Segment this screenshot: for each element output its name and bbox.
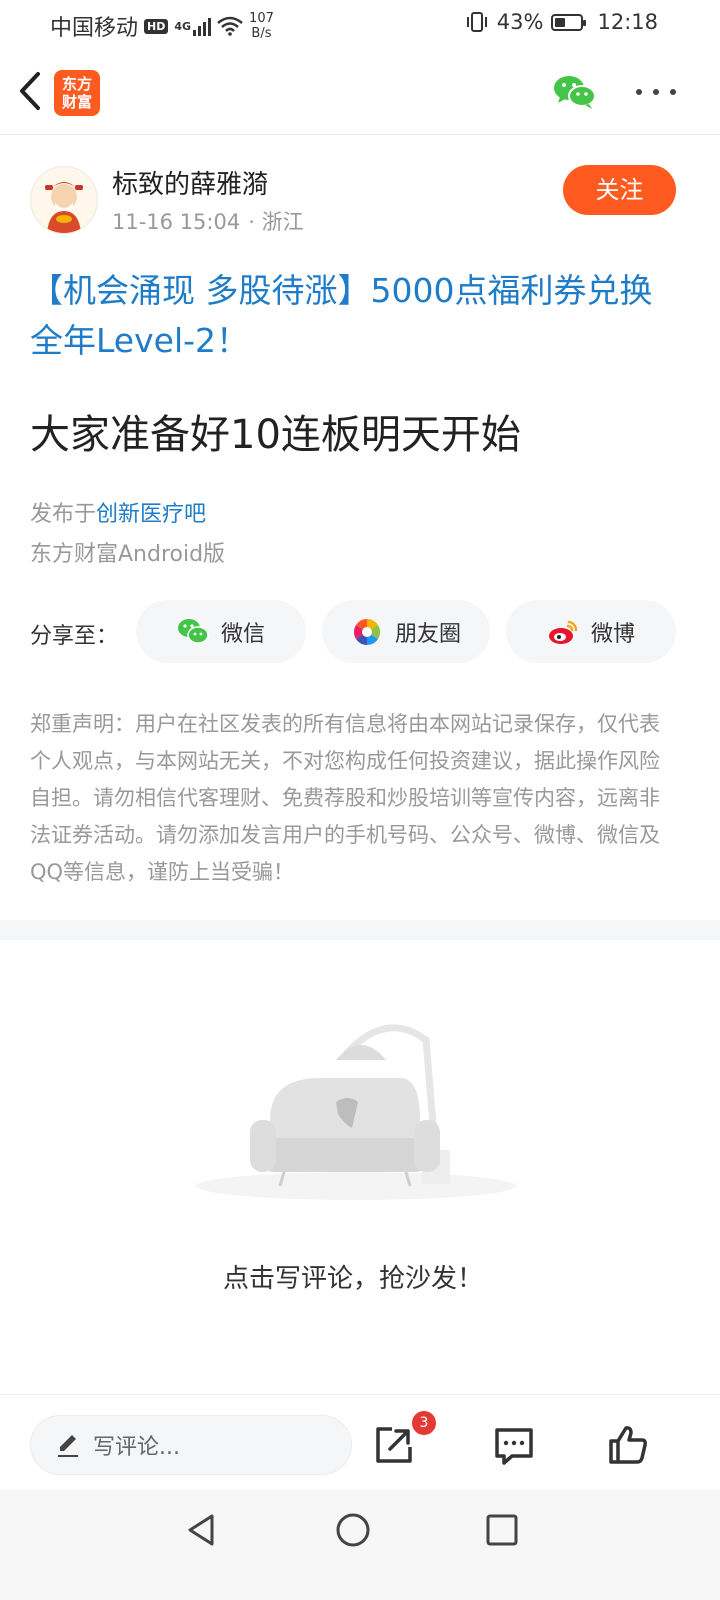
author-name[interactable]: 标致的薛雅漪: [112, 164, 268, 201]
sofa-illustration: [196, 1024, 516, 1200]
top-nav: 东方 财富: [0, 48, 720, 135]
weibo-icon: [548, 620, 578, 644]
network-type: 4G: [174, 19, 192, 33]
network-speed: 107 B/s: [249, 11, 274, 41]
post-location: · 浙江: [248, 210, 304, 234]
clock: 12:18: [597, 10, 658, 34]
app-logo-line2: 财富: [61, 93, 92, 111]
disclaimer: 郑重声明：用户在社区发表的所有信息将由本网站记录保存，仅代表个人观点，与本网站无…: [30, 712, 660, 884]
share-label: 分享至：: [30, 624, 119, 649]
nav-back-icon[interactable]: [182, 1510, 222, 1550]
system-nav-bar: [0, 1490, 720, 1600]
wechat-icon: [177, 618, 209, 644]
author-row: 标致的薛雅漪 11-16 15:04 · 浙江 关注: [0, 150, 720, 240]
empty-comments-text[interactable]: 点击写评论，抢沙发！: [0, 1258, 706, 1295]
published-in: 发布于创新医疗吧: [30, 496, 206, 528]
moments-icon: [353, 618, 381, 645]
app-logo[interactable]: 东方 财富: [54, 70, 100, 116]
share-wechat-label: 微信: [220, 621, 265, 647]
follow-button[interactable]: 关注: [563, 165, 676, 215]
battery-icon: [551, 13, 587, 31]
post-meta: 11-16 15:04 · 浙江: [112, 206, 304, 236]
comment-placeholder: 写评论...: [93, 1435, 180, 1460]
share-count-badge: 3: [412, 1411, 436, 1435]
client-label: 东方财富Android版: [30, 542, 226, 567]
vibrate-icon: [466, 12, 487, 32]
comment-icon[interactable]: [492, 1423, 536, 1467]
promo-link[interactable]: 【机会涌现 多股待涨】5000点福利券兑换全年Level-2！: [30, 266, 680, 366]
published-prefix: 发布于: [30, 502, 97, 527]
hd-indicator: HD: [144, 18, 169, 34]
section-divider: [0, 920, 720, 940]
status-bar: 中国移动 HD 4G 107 B/s 43% 12:18: [0, 0, 720, 48]
nav-recents-icon[interactable]: [482, 1510, 522, 1550]
share-weibo-label: 微博: [590, 621, 635, 647]
bottom-action-bar: 写评论... 3: [0, 1394, 720, 1491]
status-right: 43% 12:18: [465, 10, 658, 34]
comment-input[interactable]: 写评论...: [30, 1415, 352, 1475]
avatar[interactable]: [30, 166, 98, 234]
share-wechat-button[interactable]: 微信: [136, 600, 306, 663]
more-options-button[interactable]: [636, 84, 676, 100]
forum-link[interactable]: 创新医疗吧: [96, 502, 206, 527]
speed-unit: B/s: [251, 26, 272, 41]
pencil-icon: [58, 1435, 78, 1457]
back-button[interactable]: [12, 68, 48, 114]
share-icon[interactable]: [372, 1423, 416, 1467]
share-moments-label: 朋友圈: [394, 621, 461, 647]
avatar-image: [45, 182, 83, 233]
carrier-name: 中国移动: [50, 16, 139, 41]
app-logo-line1: 东方: [61, 75, 92, 93]
wifi-icon: [217, 16, 243, 36]
share-moments-button[interactable]: 朋友圈: [322, 600, 490, 663]
post-title: 大家准备好10连板明天开始: [30, 412, 521, 458]
nav-home-icon[interactable]: [333, 1510, 373, 1550]
post-datetime: 11-16 15:04: [112, 210, 241, 234]
status-left: 中国移动 HD 4G 107 B/s: [50, 10, 274, 42]
signal-icon: [193, 16, 212, 36]
speed-value: 107: [249, 11, 274, 26]
like-icon[interactable]: [606, 1423, 650, 1467]
battery-percent: 43%: [496, 10, 544, 34]
wechat-share-icon[interactable]: [552, 72, 598, 112]
share-row: 分享至： 微信 朋友圈 微博: [0, 600, 720, 664]
share-weibo-button[interactable]: 微博: [506, 600, 676, 663]
